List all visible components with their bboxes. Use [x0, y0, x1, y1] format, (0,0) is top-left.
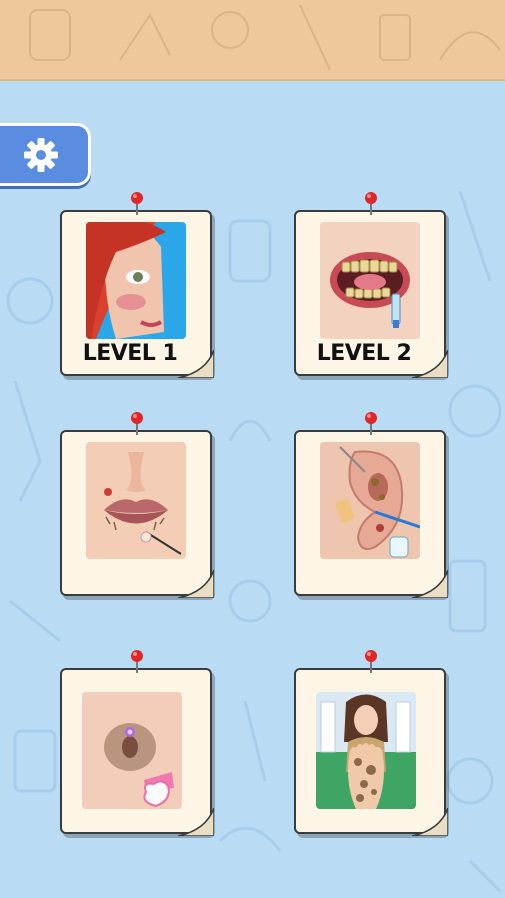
- navel-piercing-thumbnail: [82, 692, 182, 809]
- gear-icon: [24, 138, 58, 172]
- level-card-4[interactable]: [294, 412, 448, 598]
- ear-cleaning-thumbnail: [320, 442, 420, 559]
- page-curl: [178, 570, 214, 598]
- settings-button[interactable]: [0, 123, 91, 186]
- level-card-1[interactable]: LEVEL 1: [60, 192, 214, 378]
- pin-icon: [365, 412, 377, 435]
- pin-icon: [131, 192, 143, 215]
- level-label: LEVEL 2: [316, 341, 412, 366]
- pin-icon: [131, 412, 143, 435]
- pin-icon: [131, 650, 143, 673]
- level-card-5[interactable]: [60, 650, 214, 836]
- teeth-cleaning-thumbnail: [320, 222, 420, 339]
- banner-doodles: [29, 4, 501, 71]
- pin-icon: [365, 192, 377, 215]
- makeup-face-thumbnail: [86, 222, 186, 339]
- page-curl: [178, 808, 214, 836]
- level-card-3[interactable]: [60, 412, 214, 598]
- top-banner: [0, 0, 505, 81]
- pin-icon: [365, 650, 377, 673]
- foot-care-thumbnail: [316, 692, 416, 809]
- page-curl: [412, 570, 448, 598]
- level-card-6[interactable]: [294, 650, 448, 836]
- page-curl: [412, 808, 448, 836]
- lip-care-thumbnail: [86, 442, 186, 559]
- level-card-2[interactable]: LEVEL 2: [294, 192, 448, 378]
- level-label: LEVEL 1: [82, 341, 178, 366]
